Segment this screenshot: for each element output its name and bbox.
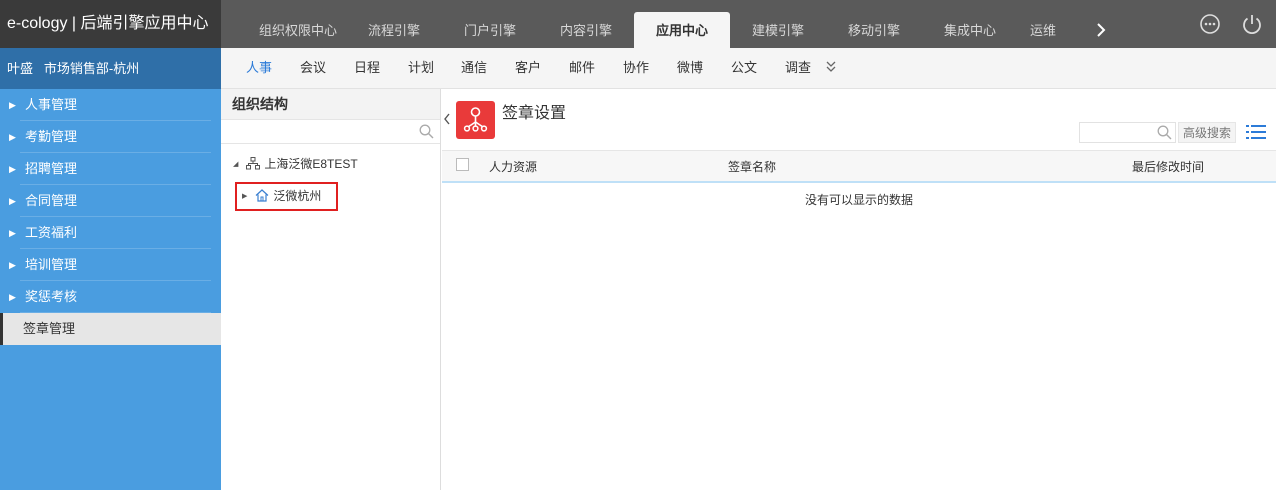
sidebar-item-contract[interactable]: ▶ 合同管理 — [0, 185, 221, 217]
search-box — [1079, 122, 1176, 143]
topnav-integration[interactable]: 集成中心 — [922, 12, 1018, 48]
caret-right-icon: ▶ — [9, 196, 16, 206]
sidebar: ▶ 人事管理 ▶ 考勤管理 ▶ 招聘管理 ▶ 合同管理 ▶ 工资福利 ▶ 培训管理 ▶ 奖惩考… — [0, 89, 221, 490]
page-title: 签章设置 — [502, 105, 567, 122]
subnav-weibo[interactable]: 微博 — [677, 48, 703, 88]
sidebar-item-label: 人事管理 — [25, 97, 78, 112]
sidebar-item-label: 奖惩考核 — [25, 289, 78, 304]
search-icon[interactable] — [1157, 125, 1172, 140]
topnav-content[interactable]: 内容引擎 — [538, 12, 634, 48]
sidebar-item-payroll[interactable]: ▶ 工资福利 — [0, 217, 221, 249]
sub-nav: 人事 会议 日程 计划 通信 客户 邮件 协作 微博 公文 调查 — [221, 48, 1276, 89]
tree-search-input[interactable] — [221, 120, 406, 143]
table-header: 人力资源 签章名称 最后修改时间 — [442, 150, 1276, 183]
subnav-communication[interactable]: 通信 — [461, 48, 487, 88]
empty-message: 没有可以显示的数据 — [804, 193, 913, 207]
topnav-org-permission[interactable]: 组织权限中心 — [250, 12, 346, 48]
sidebar-item-rewards[interactable]: ▶ 奖惩考核 — [0, 281, 221, 313]
topnav-app-center[interactable]: 应用中心 — [634, 12, 730, 48]
sidebar-item-attendance[interactable]: ▶ 考勤管理 — [0, 121, 221, 153]
subnav-plan[interactable]: 计划 — [408, 48, 434, 88]
tree-node-root[interactable]: ◢ 上海泛微E8TEST — [233, 153, 358, 175]
search-icon[interactable] — [419, 124, 434, 139]
app-brand: e-cology | 后端引擎应用中心 — [0, 0, 221, 48]
chevron-right-icon[interactable] — [1095, 20, 1107, 40]
sidebar-item-label: 合同管理 — [25, 193, 78, 208]
topnav-ops[interactable]: 运维 — [1018, 12, 1062, 48]
caret-right-icon: ▶ — [9, 100, 16, 110]
org-tree-panel: 组织结构 ◢ 上海泛微E8TEST ▶ 泛微杭州 — [221, 89, 441, 490]
advanced-search-button[interactable]: 高级搜索 — [1178, 122, 1236, 143]
subnav-customer[interactable]: 客户 — [515, 48, 541, 88]
sidebar-item-training[interactable]: ▶ 培训管理 — [0, 249, 221, 281]
double-chevron-down-icon[interactable] — [825, 60, 837, 74]
topnav-mobile[interactable]: 移动引擎 — [826, 12, 922, 48]
caret-right-icon: ▶ — [9, 228, 16, 238]
caret-right-icon: ▶ — [9, 260, 16, 270]
sidebar-item-label: 培训管理 — [25, 257, 78, 272]
caret-right-icon: ▶ — [9, 164, 16, 174]
tree-title: 组织结构 — [221, 89, 440, 119]
subnav-document[interactable]: 公文 — [731, 48, 757, 88]
highlight-box — [235, 182, 338, 211]
subnav-survey[interactable]: 调查 — [785, 48, 811, 88]
sidebar-item-label: 工资福利 — [25, 225, 78, 240]
subnav-hr[interactable]: 人事 — [246, 48, 272, 88]
column-header-hr[interactable]: 人力资源 — [489, 151, 537, 183]
sidebar-item-label: 考勤管理 — [25, 129, 78, 144]
sidebar-item-label: 招聘管理 — [25, 161, 78, 176]
sidebar-item-hr[interactable]: ▶ 人事管理 — [0, 89, 221, 121]
tree-node-label: 上海泛微E8TEST — [264, 157, 358, 171]
sidebar-item-signature[interactable]: 签章管理 — [0, 313, 221, 345]
user-department: 市场销售部-杭州 — [43, 61, 140, 76]
user-info[interactable]: 叶盛 市场销售部-杭州 — [0, 48, 221, 89]
subnav-schedule[interactable]: 日程 — [354, 48, 380, 88]
subnav-collaboration[interactable]: 协作 — [623, 48, 649, 88]
sidebar-item-label: 签章管理 — [23, 321, 76, 336]
column-header-signature-name[interactable]: 签章名称 — [728, 151, 776, 183]
page-logo — [456, 101, 495, 139]
collapse-triangle-icon[interactable]: ◢ — [233, 154, 241, 176]
collapse-left-icon[interactable] — [442, 111, 452, 127]
org-tree-icon — [463, 107, 488, 132]
tree-search-bar — [221, 119, 440, 144]
topnav-workflow[interactable]: 流程引擎 — [346, 12, 442, 48]
search-input[interactable] — [1080, 123, 1154, 142]
more-icon[interactable] — [1198, 12, 1222, 36]
subnav-meeting[interactable]: 会议 — [300, 48, 326, 88]
caret-right-icon: ▶ — [9, 132, 16, 142]
column-header-last-modified[interactable]: 最后修改时间 — [1132, 151, 1204, 183]
top-nav: 组织权限中心 流程引擎 门户引擎 内容引擎 应用中心 建模引擎 移动引擎 集成中… — [250, 12, 1062, 48]
org-structure-icon — [246, 157, 261, 170]
topnav-portal[interactable]: 门户引擎 — [442, 12, 538, 48]
sidebar-item-recruitment[interactable]: ▶ 招聘管理 — [0, 153, 221, 185]
power-icon[interactable] — [1240, 12, 1264, 36]
list-menu-icon[interactable] — [1246, 124, 1266, 140]
topnav-modeling[interactable]: 建模引擎 — [730, 12, 826, 48]
subnav-mail[interactable]: 邮件 — [569, 48, 595, 88]
user-name: 叶盛 — [7, 61, 34, 76]
caret-right-icon: ▶ — [9, 292, 16, 302]
top-bar: e-cology | 后端引擎应用中心 组织权限中心 流程引擎 门户引擎 内容引… — [0, 0, 1276, 48]
select-all-checkbox[interactable] — [456, 158, 469, 171]
main-panel: 签章设置 高级搜索 人力资源 签章名称 最后修改时间 没有可以显示的数据 — [442, 89, 1276, 490]
